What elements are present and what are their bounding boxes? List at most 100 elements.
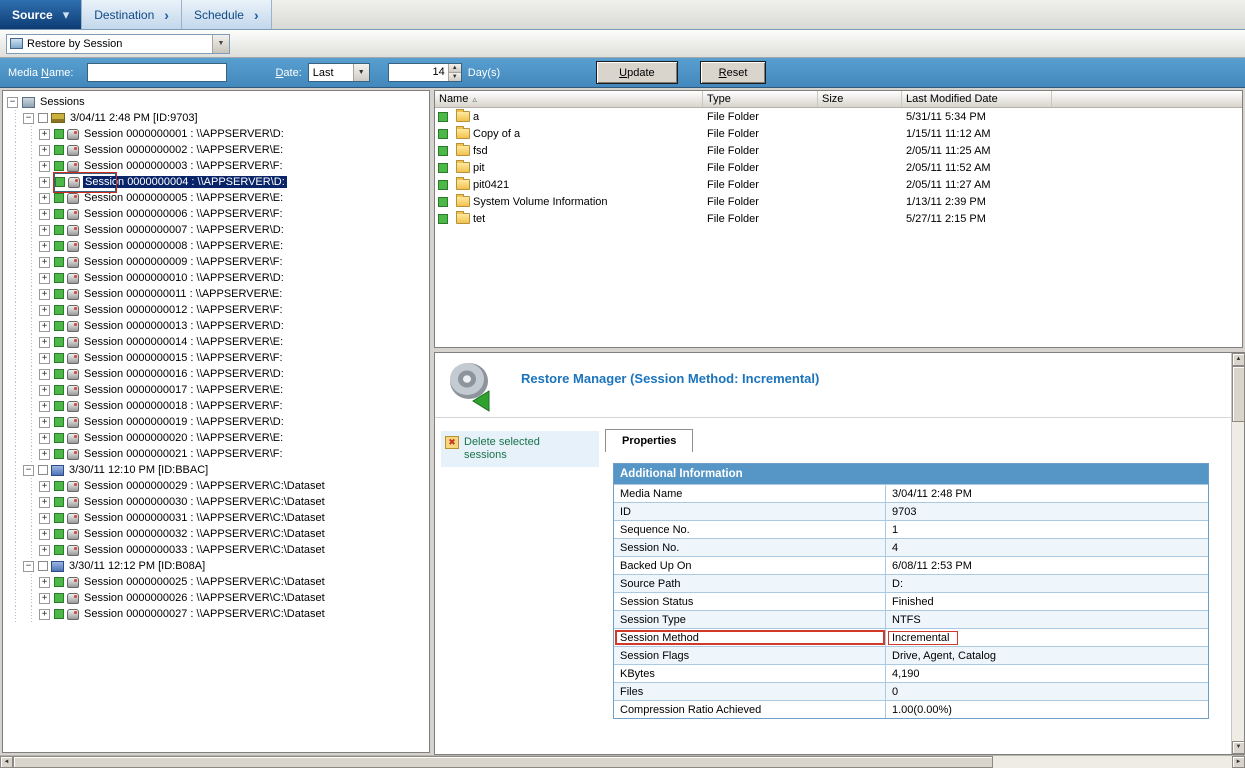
expand-toggle-icon[interactable]: + [39, 225, 50, 236]
expand-toggle-icon[interactable]: + [39, 417, 50, 428]
tree-item[interactable]: +Session 0000000010 : \\APPSERVER\D: [3, 270, 429, 286]
reset-button[interactable]: Reset [700, 61, 767, 84]
tree-item[interactable]: +Session 0000000026 : \\APPSERVER\C:\Dat… [3, 590, 429, 606]
item-checkbox[interactable] [55, 177, 65, 187]
item-checkbox[interactable] [54, 289, 64, 299]
item-checkbox[interactable] [438, 129, 448, 139]
expand-toggle-icon[interactable]: + [39, 369, 50, 380]
tree-item[interactable]: +Session 0000000021 : \\APPSERVER\F: [3, 446, 429, 462]
tree-item[interactable]: +Session 0000000019 : \\APPSERVER\D: [3, 414, 429, 430]
item-checkbox[interactable] [438, 197, 448, 207]
tree-item[interactable]: +Session 0000000032 : \\APPSERVER\C:\Dat… [3, 526, 429, 542]
expand-toggle-icon[interactable]: + [39, 337, 50, 348]
item-checkbox[interactable] [54, 209, 64, 219]
file-row[interactable]: System Volume InformationFile Folder1/13… [435, 193, 1242, 210]
expand-toggle-icon[interactable]: + [39, 497, 50, 508]
item-checkbox[interactable] [54, 497, 64, 507]
item-checkbox[interactable] [54, 401, 64, 411]
tree-item[interactable]: +Session 0000000006 : \\APPSERVER\F: [3, 206, 429, 222]
tree-item[interactable]: +Session 0000000030 : \\APPSERVER\C:\Dat… [3, 494, 429, 510]
tree-item[interactable]: +Session 0000000016 : \\APPSERVER\D: [3, 366, 429, 382]
tree-item[interactable]: +Session 0000000008 : \\APPSERVER\E: [3, 238, 429, 254]
update-button[interactable]: Update [596, 61, 677, 84]
item-checkbox[interactable] [54, 305, 64, 315]
item-checkbox[interactable] [54, 129, 64, 139]
expand-toggle-icon[interactable]: − [23, 113, 34, 124]
tree-item[interactable]: −3/04/11 2:48 PM [ID:9703] [3, 110, 429, 126]
expand-toggle-icon[interactable]: + [39, 129, 50, 140]
column-header[interactable]: Name▵ [435, 91, 703, 107]
column-header[interactable]: Size [818, 91, 902, 107]
expand-toggle-icon[interactable]: + [39, 529, 50, 540]
expand-toggle-icon[interactable]: − [7, 97, 18, 108]
item-checkbox[interactable] [54, 417, 64, 427]
expand-toggle-icon[interactable]: + [39, 577, 50, 588]
item-checkbox[interactable] [38, 113, 48, 123]
tree-item[interactable]: +Session 0000000009 : \\APPSERVER\F: [3, 254, 429, 270]
tree-item[interactable]: +Session 0000000001 : \\APPSERVER\D: [3, 126, 429, 142]
item-checkbox[interactable] [54, 433, 64, 443]
item-checkbox[interactable] [54, 545, 64, 555]
file-row[interactable]: pitFile Folder2/05/11 11:52 AM [435, 159, 1242, 176]
tree-item[interactable]: +Session 0000000005 : \\APPSERVER\E: [3, 190, 429, 206]
expand-toggle-icon[interactable]: + [39, 593, 50, 604]
expand-toggle-icon[interactable]: + [39, 289, 50, 300]
horizontal-scrollbar[interactable]: ◄ ► [0, 755, 1245, 768]
tree-item[interactable]: +Session 0000000004 : \\APPSERVER\D: [3, 174, 429, 190]
tab-properties[interactable]: Properties [605, 429, 693, 452]
expand-toggle-icon[interactable]: + [39, 193, 50, 204]
expand-toggle-icon[interactable]: + [39, 257, 50, 268]
item-checkbox[interactable] [54, 161, 64, 171]
date-range-select[interactable]: Last ▼ [308, 63, 370, 82]
item-checkbox[interactable] [54, 593, 64, 603]
expand-toggle-icon[interactable]: + [39, 209, 50, 220]
tab-source[interactable]: Source ▾ [0, 0, 82, 29]
item-checkbox[interactable] [38, 465, 48, 475]
item-checkbox[interactable] [438, 180, 448, 190]
item-checkbox[interactable] [38, 561, 48, 571]
expand-toggle-icon[interactable]: + [39, 513, 50, 524]
item-checkbox[interactable] [54, 353, 64, 363]
column-header[interactable] [1052, 91, 1242, 107]
tree-item[interactable]: +Session 0000000031 : \\APPSERVER\C:\Dat… [3, 510, 429, 526]
dropdown-arrow-icon[interactable]: ▼ [353, 64, 369, 81]
file-row[interactable]: aFile Folder5/31/11 5:34 PM [435, 108, 1242, 125]
expand-toggle-icon[interactable]: + [39, 321, 50, 332]
expand-toggle-icon[interactable]: + [39, 273, 50, 284]
tree-item[interactable]: +Session 0000000013 : \\APPSERVER\D: [3, 318, 429, 334]
item-checkbox[interactable] [54, 273, 64, 283]
item-checkbox[interactable] [54, 609, 64, 619]
media-name-input[interactable] [87, 63, 227, 82]
delete-sessions-link[interactable]: Delete selected sessions [464, 436, 572, 462]
item-checkbox[interactable] [438, 214, 448, 224]
vertical-scrollbar[interactable]: ▲ ▼ [1231, 353, 1244, 754]
expand-toggle-icon[interactable]: + [39, 177, 50, 188]
expand-toggle-icon[interactable]: + [39, 145, 50, 156]
column-header[interactable]: Type [703, 91, 818, 107]
expand-toggle-icon[interactable]: + [39, 609, 50, 620]
tree-item[interactable]: −Sessions [3, 94, 429, 110]
scrollbar-thumb[interactable] [13, 756, 993, 768]
tree-item[interactable]: +Session 0000000020 : \\APPSERVER\E: [3, 430, 429, 446]
item-checkbox[interactable] [438, 146, 448, 156]
scroll-left-icon[interactable]: ◄ [0, 756, 13, 768]
tree-item[interactable]: +Session 0000000029 : \\APPSERVER\C:\Dat… [3, 478, 429, 494]
file-row[interactable]: fsdFile Folder2/05/11 11:25 AM [435, 142, 1242, 159]
dropdown-arrow-icon[interactable]: ▼ [212, 35, 229, 53]
tree-item[interactable]: +Session 0000000011 : \\APPSERVER\E: [3, 286, 429, 302]
item-checkbox[interactable] [54, 145, 64, 155]
item-checkbox[interactable] [54, 337, 64, 347]
tree-item[interactable]: +Session 0000000033 : \\APPSERVER\C:\Dat… [3, 542, 429, 558]
tree-item[interactable]: +Session 0000000012 : \\APPSERVER\F: [3, 302, 429, 318]
tree-item[interactable]: +Session 0000000007 : \\APPSERVER\D: [3, 222, 429, 238]
file-row[interactable]: Copy of aFile Folder1/15/11 11:12 AM [435, 125, 1242, 142]
tree-item[interactable]: +Session 0000000027 : \\APPSERVER\C:\Dat… [3, 606, 429, 622]
item-checkbox[interactable] [54, 225, 64, 235]
expand-toggle-icon[interactable]: + [39, 449, 50, 460]
scroll-up-icon[interactable]: ▲ [1232, 353, 1245, 366]
item-checkbox[interactable] [54, 577, 64, 587]
scrollbar-thumb[interactable] [1232, 366, 1245, 422]
expand-toggle-icon[interactable]: + [39, 385, 50, 396]
item-checkbox[interactable] [54, 513, 64, 523]
file-row[interactable]: pit0421File Folder2/05/11 11:27 AM [435, 176, 1242, 193]
